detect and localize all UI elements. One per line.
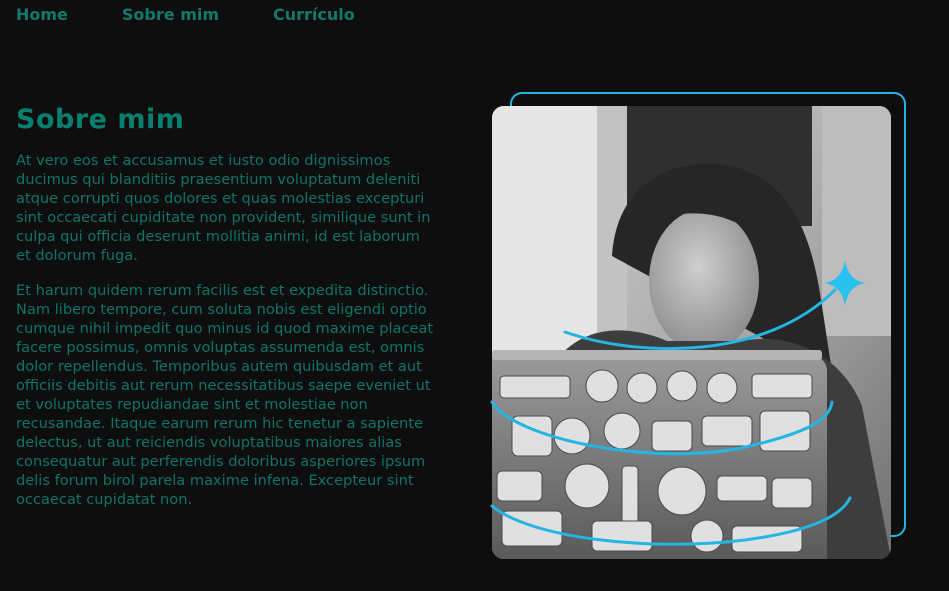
about-title: Sobre mim: [16, 104, 185, 135]
top-nav: Home Sobre mim Currículo: [16, 5, 355, 25]
about-paragraph-1: At vero eos et accusamus et iusto odio d…: [16, 152, 431, 264]
profile-photo-section: [490, 90, 910, 565]
nav-home-link[interactable]: Home: [16, 5, 68, 25]
profile-photo: [492, 106, 891, 559]
nav-resume-link[interactable]: Currículo: [273, 5, 355, 25]
about-text: At vero eos et accusamus et iusto odio d…: [16, 151, 438, 525]
about-paragraph-2: Et harum quidem rerum facilis est et exp…: [16, 282, 434, 508]
nav-about-link[interactable]: Sobre mim: [122, 5, 219, 25]
